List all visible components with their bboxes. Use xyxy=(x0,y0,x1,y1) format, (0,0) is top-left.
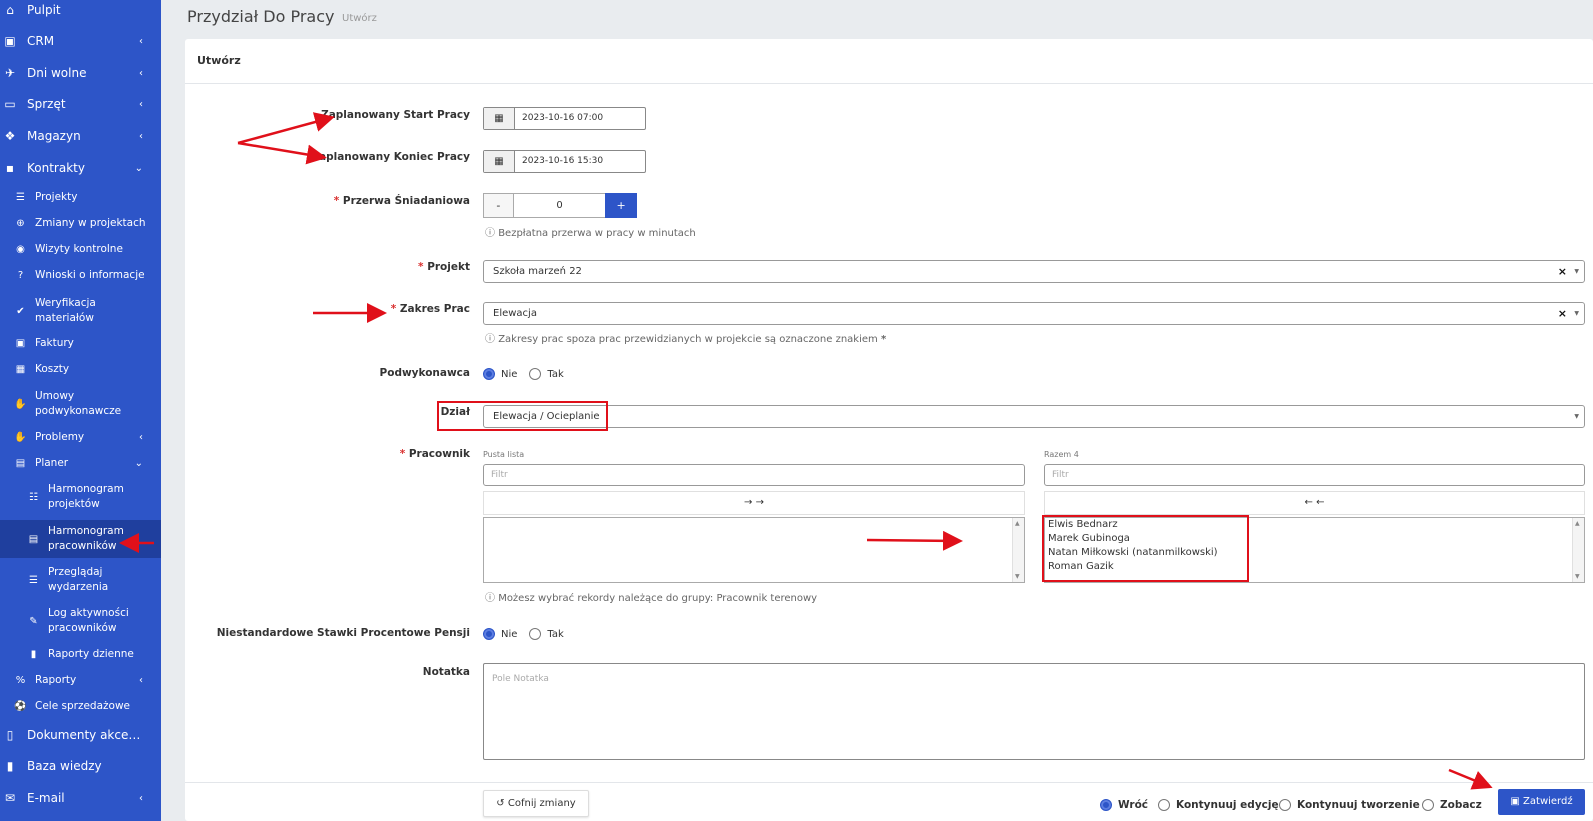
annotation-arrows xyxy=(119,112,1493,790)
annotation-arrow xyxy=(237,112,335,145)
annotation-arrow xyxy=(237,141,327,165)
annotation-arrow xyxy=(866,530,963,551)
annotation-arrow xyxy=(1448,768,1493,790)
